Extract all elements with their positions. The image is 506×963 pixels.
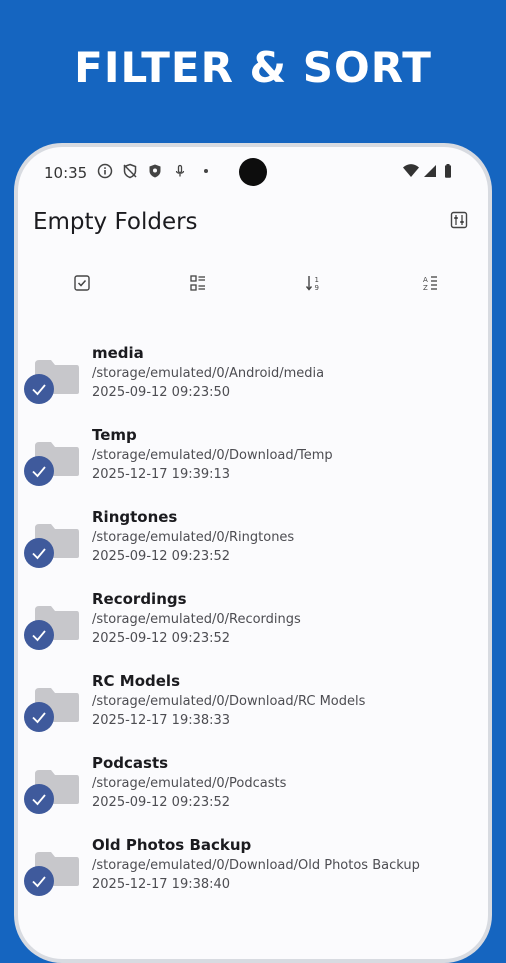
wifi-icon <box>402 163 419 179</box>
tune-icon <box>450 211 468 234</box>
folder-path: /storage/emulated/0/Download/Temp <box>92 448 333 463</box>
folder-name: Recordings <box>92 590 187 608</box>
folder-path: /storage/emulated/0/Recordings <box>92 612 301 627</box>
checked-icon[interactable] <box>24 866 54 896</box>
phone-frame: 10:35 Empty Folders 1 9 A Z media /stora… <box>14 143 492 963</box>
tune-button[interactable] <box>448 211 470 233</box>
checked-icon[interactable] <box>24 620 54 650</box>
folder-path: /storage/emulated/0/Download/Old Photos … <box>92 858 420 873</box>
svg-text:9: 9 <box>315 284 319 292</box>
select-all-button[interactable] <box>70 273 94 297</box>
folder-name: media <box>92 344 144 362</box>
folder-path: /storage/emulated/0/Download/RC Models <box>92 694 366 709</box>
folder-name: Podcasts <box>92 754 169 772</box>
folder-date: 2025-09-12 09:23:52 <box>92 549 231 564</box>
svg-text:1: 1 <box>315 276 319 284</box>
folder-date: 2025-09-12 09:23:52 <box>92 631 231 646</box>
checked-icon[interactable] <box>24 456 54 486</box>
folder-date: 2025-12-17 19:38:33 <box>92 713 231 728</box>
folder-name: Temp <box>92 426 137 444</box>
folder-path: /storage/emulated/0/Ringtones <box>92 530 295 545</box>
folder-path: /storage/emulated/0/Podcasts <box>92 776 287 791</box>
battery-icon <box>442 163 458 179</box>
list-view-icon <box>189 274 207 297</box>
toolbar: 19 AZ <box>18 265 488 305</box>
folder-date: 2025-12-17 19:38:40 <box>92 877 231 892</box>
folder-date: 2025-12-17 19:39:13 <box>92 467 231 482</box>
promo-banner: FILTER & SORT <box>0 0 506 130</box>
checked-icon[interactable] <box>24 538 54 568</box>
list-item[interactable]: Podcasts /storage/emulated/0/Podcasts 20… <box>18 754 488 836</box>
status-bar: 10:35 <box>18 147 488 197</box>
phone-screen: 10:35 Empty Folders 1 9 A Z media /stora… <box>18 147 488 959</box>
list-item[interactable]: Old Photos Backup /storage/emulated/0/Do… <box>18 836 488 918</box>
info-icon <box>97 163 113 179</box>
sort-alpha-icon: AZ <box>421 274 439 297</box>
dot-icon <box>198 163 214 179</box>
camera-cutout <box>239 158 267 186</box>
select-all-icon <box>73 274 91 297</box>
status-time: 10:35 <box>44 164 88 182</box>
list-item[interactable]: media /storage/emulated/0/Android/media … <box>18 344 488 426</box>
shield-off-icon <box>122 163 138 179</box>
signal-icon <box>422 163 438 179</box>
svg-text:Z: Z <box>423 284 428 292</box>
folder-name: Old Photos Backup <box>92 836 252 854</box>
sort-alpha-button[interactable]: AZ <box>418 273 442 297</box>
folder-date: 2025-09-12 09:23:52 <box>92 795 231 810</box>
svg-text:A: A <box>423 276 428 284</box>
page-title: Empty Folders <box>33 209 198 235</box>
list-item[interactable]: Ringtones /storage/emulated/0/Ringtones … <box>18 508 488 590</box>
checked-icon[interactable] <box>24 374 54 404</box>
sort-numeric-icon: 19 <box>305 274 323 297</box>
mic-icon <box>172 163 188 179</box>
sort-numeric-button[interactable]: 19 <box>302 273 326 297</box>
list-item[interactable]: Temp /storage/emulated/0/Download/Temp 2… <box>18 426 488 508</box>
banner-title: FILTER & SORT <box>74 42 432 92</box>
folder-name: Ringtones <box>92 508 178 526</box>
list-item[interactable]: RC Models /storage/emulated/0/Download/R… <box>18 672 488 754</box>
folder-name: RC Models <box>92 672 180 690</box>
app-bar: Empty Folders <box>18 197 488 253</box>
checked-icon[interactable] <box>24 702 54 732</box>
shield-icon <box>147 163 163 179</box>
list-item[interactable]: Recordings /storage/emulated/0/Recording… <box>18 590 488 672</box>
folder-date: 2025-09-12 09:23:50 <box>92 385 231 400</box>
folder-path: /storage/emulated/0/Android/media <box>92 366 325 381</box>
checked-icon[interactable] <box>24 784 54 814</box>
list-view-button[interactable] <box>186 273 210 297</box>
